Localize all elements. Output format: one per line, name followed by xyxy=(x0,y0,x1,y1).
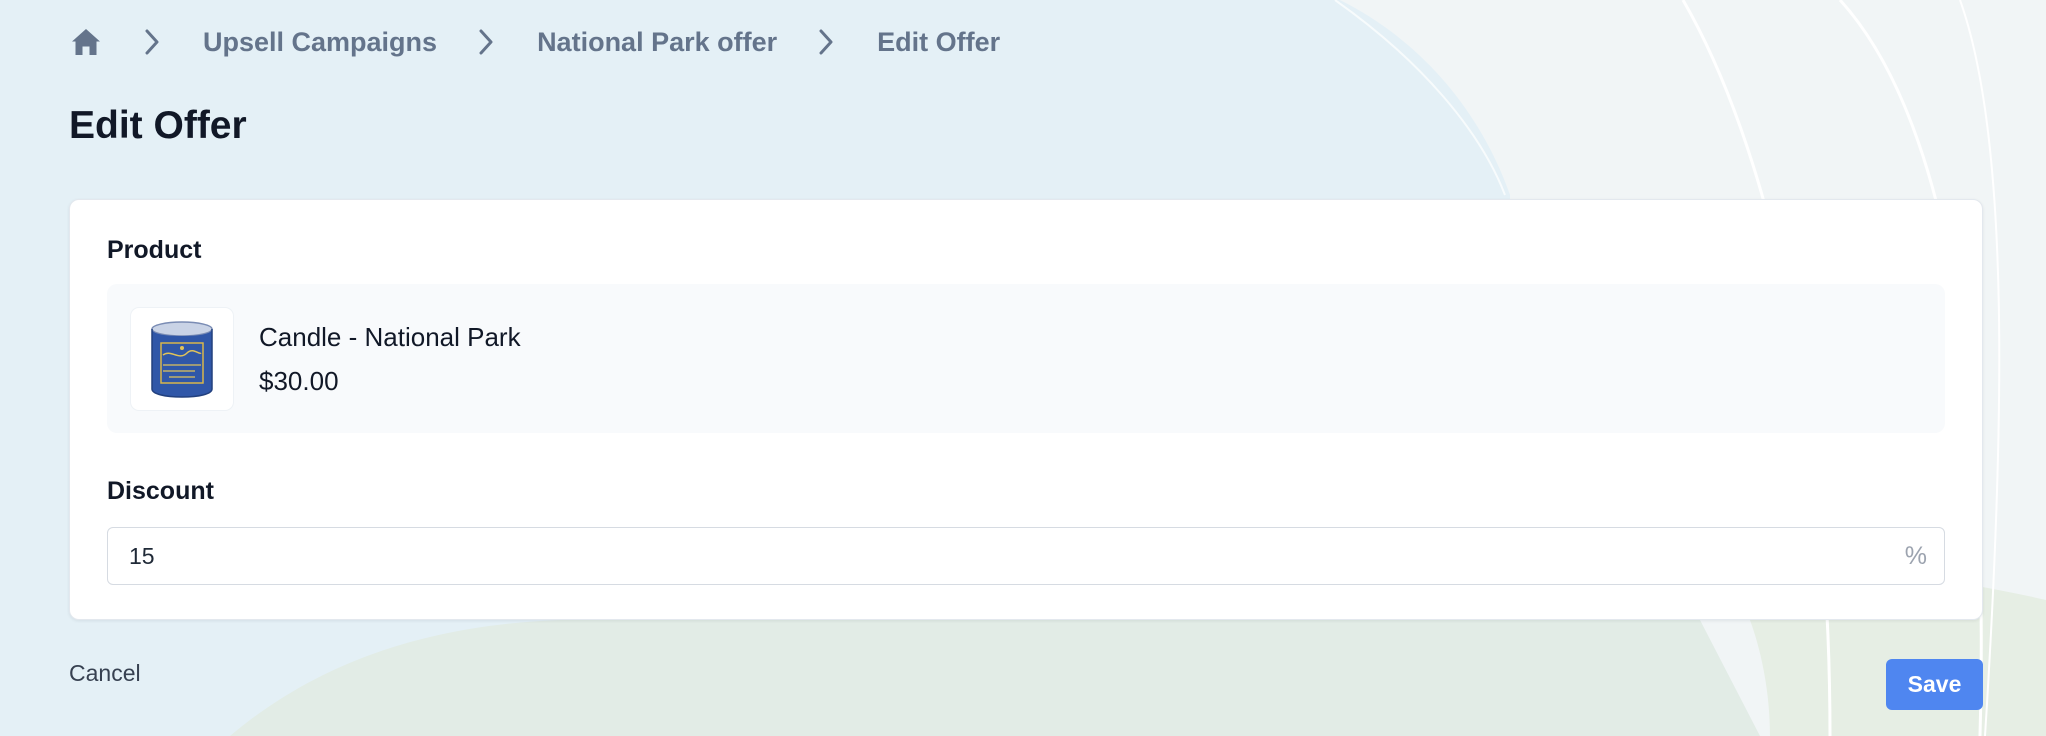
page-title: Edit Offer xyxy=(69,104,247,147)
product-info: Candle - National Park $30.00 xyxy=(259,319,521,399)
discount-input-wrapper: % xyxy=(107,527,1945,585)
chevron-right-icon xyxy=(813,29,839,55)
product-price: $30.00 xyxy=(259,365,339,396)
candle-tin-icon xyxy=(151,320,213,398)
breadcrumb-upsell-campaigns[interactable]: Upsell Campaigns xyxy=(203,27,437,58)
product-name: Candle - National Park xyxy=(259,321,521,352)
home-icon xyxy=(72,29,100,55)
chevron-right-icon xyxy=(473,29,499,55)
discount-label: Discount xyxy=(107,477,214,505)
product-label: Product xyxy=(107,236,202,264)
percent-suffix: % xyxy=(1904,542,1927,570)
page-container: Upsell Campaigns National Park offer Edi… xyxy=(0,0,2046,710)
chevron-right-icon xyxy=(139,29,165,55)
discount-input[interactable] xyxy=(107,527,1945,585)
offer-form-card: Product Candle - National Park $30.00 Di… xyxy=(69,199,1983,620)
breadcrumb-home[interactable] xyxy=(69,25,103,59)
breadcrumb: Upsell Campaigns National Park offer Edi… xyxy=(69,0,1977,84)
product-thumbnail xyxy=(131,307,233,410)
form-actions: Cancel Save xyxy=(69,620,1983,710)
product-summary: Candle - National Park $30.00 xyxy=(107,284,1945,433)
cancel-button[interactable]: Cancel xyxy=(69,660,141,687)
breadcrumb-current: Edit Offer xyxy=(877,26,1001,57)
breadcrumb-national-park-offer[interactable]: National Park offer xyxy=(537,27,777,58)
save-button[interactable]: Save xyxy=(1886,659,1983,710)
